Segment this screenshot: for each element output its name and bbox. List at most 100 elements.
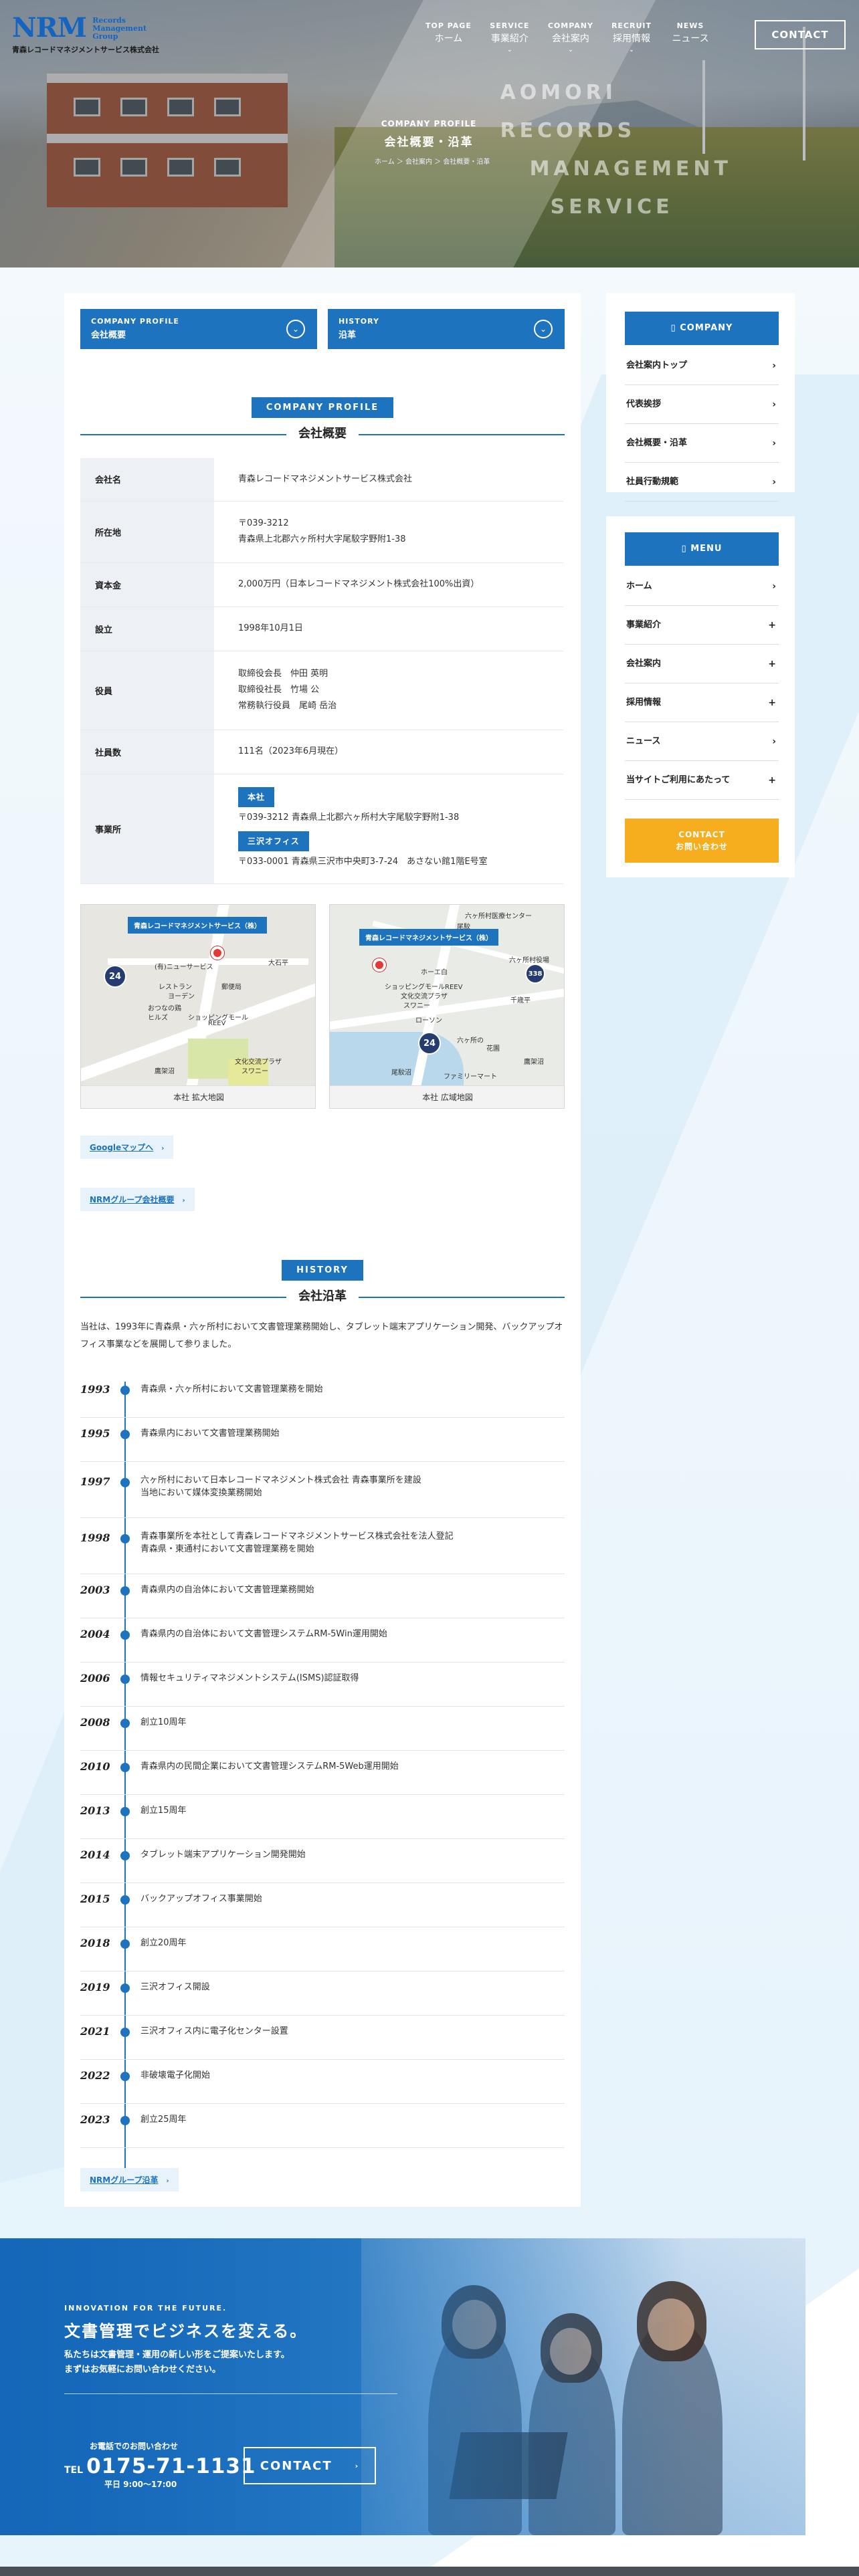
section-title: 会社概要	[286, 425, 359, 443]
group-history-link[interactable]: NRMグループ沿革 ›	[80, 2168, 179, 2191]
profile-section-head: COMPANY PROFILE 会社概要	[80, 397, 565, 443]
table-row: 資本金 2,000万円（日本レコードマネジメント株式会社100%出資）	[80, 562, 563, 607]
timeline-row: 2004 青森県内の自治体において文書管理システムRM-5Win運用開始	[80, 1618, 565, 1662]
section-title: 会社沿革	[286, 1287, 359, 1306]
site-logo[interactable]: NRM Records Management Group 青森レコードマネジメン…	[12, 15, 159, 55]
timeline-row: 2014 タブレット端末アプリケーション開発開始	[80, 1839, 565, 1883]
timeline-row: 2006 情報セキュリティマネジメントシステム(ISMS)認証取得	[80, 1662, 565, 1707]
timeline-year: 2022	[80, 2069, 110, 2082]
timeline-dot	[120, 2028, 130, 2037]
menu-icon: ▯	[681, 544, 691, 554]
table-row: 所在地 〒039-3212 青森県上北郡六ヶ所村大字尾駮字野附1-38	[80, 501, 563, 563]
timeline-row: 2008 創立10周年	[80, 1707, 565, 1751]
nav-item-company[interactable]: COMPANY 会社案内 ⌄	[548, 21, 593, 53]
location-pin-icon	[211, 946, 224, 960]
phone-contact[interactable]: お電話でのお問い合わせ TEL 0175-71-1131 平日 9:00～17:…	[64, 2440, 256, 2490]
plus-icon: +	[768, 697, 776, 708]
section-badge: COMPANY PROFILE	[251, 397, 394, 418]
map-flag: 青森レコードマネジメントサービス（株）	[128, 917, 267, 934]
nav-item-top[interactable]: TOP PAGE ホーム	[425, 21, 472, 53]
timeline-year: 2014	[80, 1848, 110, 1861]
nav-item-service[interactable]: SERVICE 事業紹介 ⌄	[489, 21, 531, 53]
history-intro: 当社は、1993年に青森県・六ヶ所村において文書管理業務開始し、タブレット端末ア…	[80, 1322, 563, 1350]
plus-icon: +	[768, 775, 776, 786]
timeline-dot	[120, 1586, 130, 1596]
banner-text: INNOVATION FOR THE FUTURE. 文書管理でビジネスを変える…	[64, 2304, 397, 2394]
plus-icon: +	[768, 620, 776, 631]
timeline-dot	[120, 1763, 130, 1772]
table-row: 役員 取締役会長 仲田 英明 取締役社長 竹場 公常務執行役員 尾崎 岳治	[80, 651, 563, 730]
table-row: 設立 1998年10月1日	[80, 607, 563, 651]
history-section-head: HISTORY 会社沿革	[80, 1260, 565, 1306]
timeline-year: 1997	[80, 1475, 110, 1488]
timeline-year: 1998	[80, 1531, 110, 1544]
sidebar-item[interactable]: 会社案内トップ ›	[625, 346, 779, 385]
timeline-text: 創立25周年	[140, 2115, 187, 2125]
sidebar-item[interactable]: ニュース ›	[625, 722, 779, 761]
timeline-text: 非破壊電子化開始	[140, 2070, 211, 2080]
timeline-text: 六ヶ所村において日本レコードマネジメント株式会社 青森事業所を建設 当地において媒…	[140, 1475, 421, 1498]
chevron-right-icon: ›	[772, 399, 776, 410]
google-map-link[interactable]: Googleマップへ ›	[80, 1136, 174, 1159]
timeline-year: 2015	[80, 1893, 110, 1905]
timeline-year: 2021	[80, 2025, 110, 2038]
timeline-dot	[120, 1719, 130, 1728]
header-contact-button[interactable]: CONTACT	[755, 20, 846, 49]
timeline-text: 青森事業所を本社として青森レコードマネジメントサービス株式会社を法人登記 青森県・…	[140, 1531, 454, 1554]
chevron-down-icon: ⌄	[567, 46, 574, 53]
page-tabs: COMPANY PROFILE 会社概要 ⌄ HISTORY 沿革 ⌄	[80, 309, 565, 349]
nav-item-recruit[interactable]: RECRUIT 採用情報 ⌄	[611, 21, 652, 53]
timeline-dot	[120, 1478, 130, 1487]
sidebar-item[interactable]: 当サイトご利用にあたって +	[625, 761, 779, 800]
arrow-down-circle-icon: ⌄	[534, 320, 553, 338]
map-head-office-wide[interactable]: 24 338 青森レコードマネジメントサービス（株） 六ヶ所村医療センター 尾駮…	[329, 904, 565, 1109]
timeline-row: 2010 青森県内の民間企業において文書管理システムRM-5Web運用開始	[80, 1751, 565, 1795]
logo-subtitle: Records Management Group	[92, 16, 147, 41]
timeline-text: 青森県内の自治体において文書管理システムRM-5Win運用開始	[140, 1629, 387, 1639]
timeline-row: 1995 青森県内において文書管理業務開始	[80, 1418, 565, 1462]
timeline-row: 2019 三沢オフィス開設	[80, 1971, 565, 2016]
timeline-row: 2013 創立15周年	[80, 1795, 565, 1839]
sidebar-item[interactable]: 事業紹介 +	[625, 606, 779, 645]
sidebar-contact-button[interactable]: CONTACT お問い合わせ	[625, 819, 779, 863]
timeline-dot	[120, 1807, 130, 1816]
page-title: COMPANY PROFILE 会社概要・沿革 ホーム ＞ 会社案内 ＞ 会社概…	[375, 119, 490, 166]
timeline-text: バックアップオフィス事業開始	[140, 1894, 262, 1904]
map-caption: 本社 広域地図	[330, 1085, 564, 1108]
hero-header: AOMORI RECORDS MANAGEMENT SERVICE NRM Re…	[0, 0, 859, 267]
tab-company-profile[interactable]: COMPANY PROFILE 会社概要 ⌄	[80, 309, 317, 349]
timeline-text: 青森県内の民間企業において文書管理システムRM-5Web運用開始	[140, 1761, 399, 1772]
timeline-row: 1993 青森県・六ヶ所村において文書管理業務を開始	[80, 1374, 565, 1418]
timeline-dot	[120, 1939, 130, 1949]
chevron-down-icon: ⌄	[628, 46, 635, 53]
banner-catchphrase: 文書管理でビジネスを変える。	[64, 2322, 308, 2341]
section-badge: HISTORY	[282, 1260, 363, 1281]
table-row: 会社名 青森レコードマネジメントサービス株式会社	[80, 458, 563, 502]
tab-history[interactable]: HISTORY 沿革 ⌄	[328, 309, 565, 349]
sidebar-item[interactable]: 代表挨拶 ›	[625, 385, 779, 424]
timeline-row: 2022 非破壊電子化開始	[80, 2060, 565, 2104]
sidebar-item[interactable]: 会社案内 +	[625, 645, 779, 683]
timeline-row: 1997 六ヶ所村において日本レコードマネジメント株式会社 青森事業所を建設 当地に…	[80, 1462, 565, 1518]
sidebar-item[interactable]: 社員行動規範 ›	[625, 463, 779, 502]
timeline-year: 2013	[80, 1804, 110, 1817]
sidebar-item[interactable]: 採用情報 +	[625, 683, 779, 722]
timeline-dot	[120, 1851, 130, 1860]
banner-contact-button[interactable]: CONTACT ›	[244, 2447, 376, 2484]
route-338-icon: 338	[525, 964, 545, 984]
timeline-year: 2010	[80, 1760, 110, 1773]
timeline-text: 創立10周年	[140, 1717, 187, 1727]
group-profile-link[interactable]: NRMグループ会社概要 ›	[80, 1188, 195, 1211]
phone-number: 0175-71-1131	[86, 2454, 256, 2478]
nav-item-news[interactable]: NEWS ニュース	[670, 21, 711, 53]
breadcrumb[interactable]: ホーム ＞ 会社案内 ＞ 会社概要・沿革	[375, 156, 490, 166]
map-head-office-zoom[interactable]: 24 青森レコードマネジメントサービス（株） (有)ニューサービス 大石平 郵便…	[80, 904, 316, 1109]
sidebar-company-heading: ▯ COMPANY	[625, 312, 779, 345]
sidebar-item[interactable]: ホーム ›	[625, 567, 779, 606]
arrow-down-circle-icon: ⌄	[286, 320, 305, 338]
timeline-row: 2023 創立25周年	[80, 2104, 565, 2148]
sidebar-item[interactable]: 会社概要・沿革 ›	[625, 424, 779, 463]
timeline-text: タブレット端末アプリケーション開発開始	[140, 1850, 306, 1860]
chevron-right-icon: ›	[161, 1145, 165, 1152]
map-flag: 青森レコードマネジメントサービス（株）	[359, 929, 498, 946]
